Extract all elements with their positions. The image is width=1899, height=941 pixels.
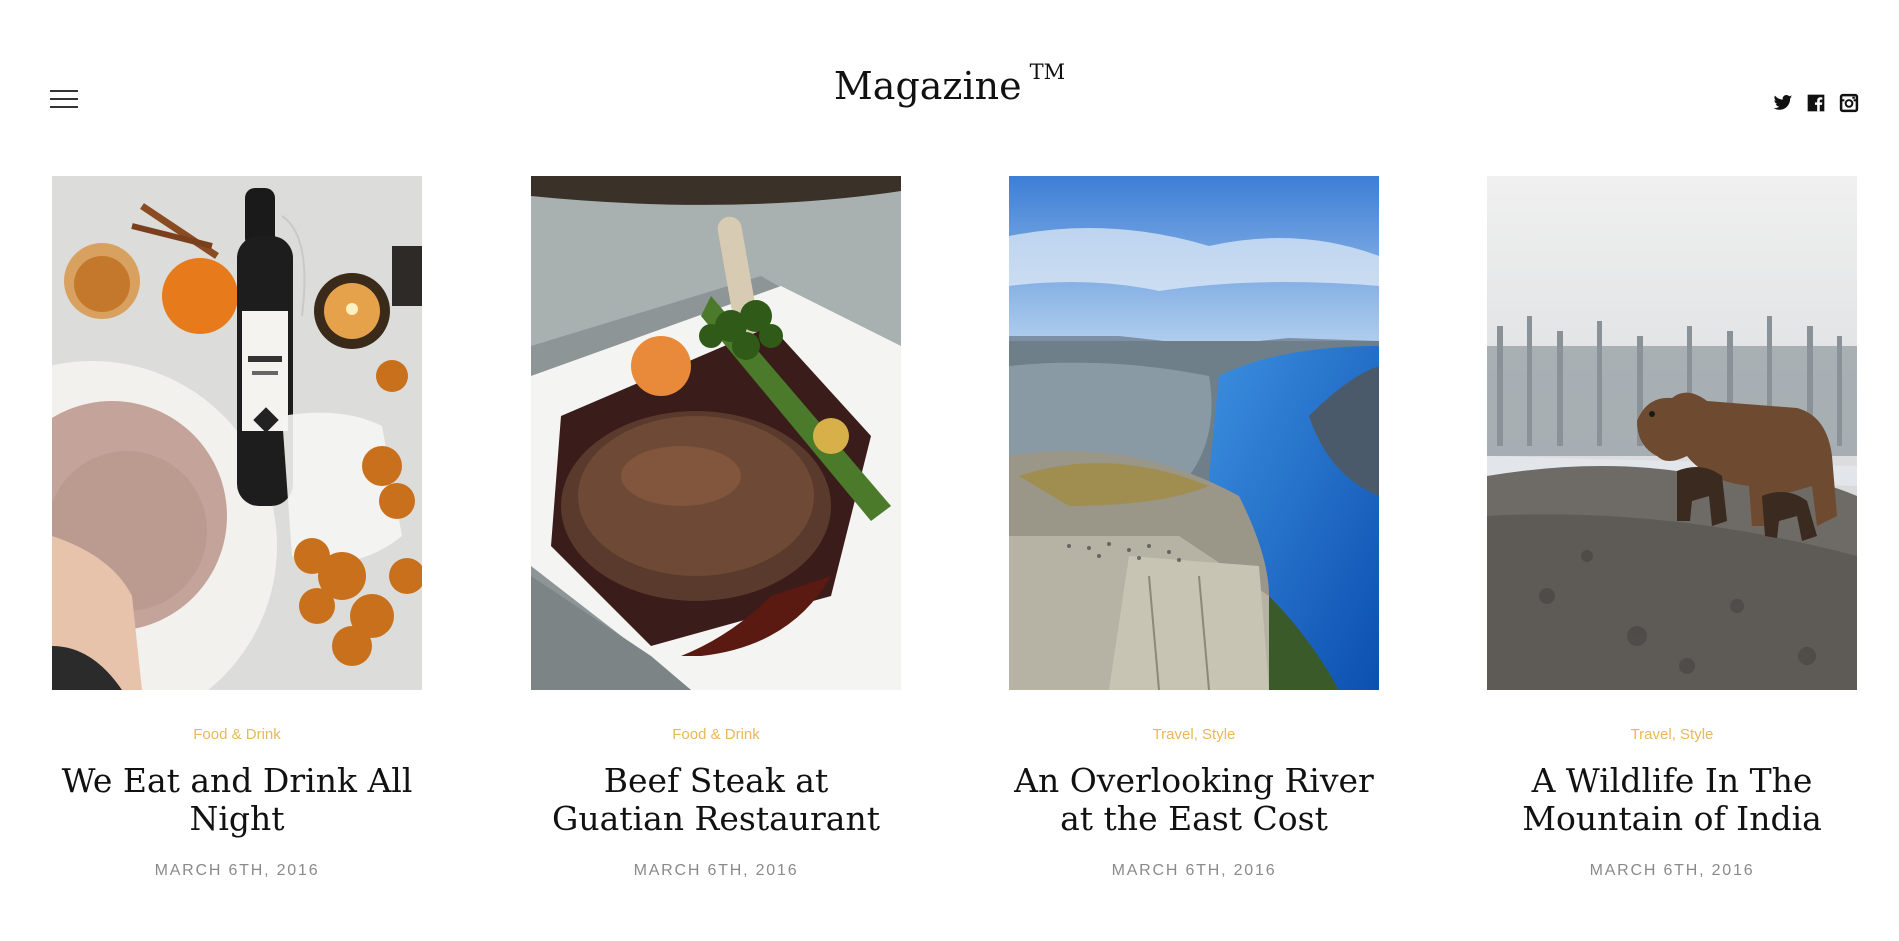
post-title[interactable]: We Eat and Drink All Night — [52, 762, 422, 838]
post-title[interactable]: An Overlooking River at the East Cost — [1009, 762, 1379, 838]
site-logo[interactable]: Magazine TM — [0, 60, 1899, 108]
twitter-icon[interactable] — [1773, 93, 1793, 113]
post-date: MARCH 6TH, 2016 — [1111, 862, 1277, 879]
instagram-icon[interactable] — [1839, 93, 1859, 113]
post-image-bear[interactable] — [1487, 176, 1857, 690]
post-card: Food & Drink We Eat and Drink All Night … — [52, 176, 422, 880]
logo-text: Magazine — [833, 64, 1022, 108]
post-date: MARCH 6TH, 2016 — [154, 862, 320, 879]
category-link[interactable]: Style — [1202, 726, 1235, 743]
post-title[interactable]: A Wildlife In The Mountain of India — [1487, 762, 1857, 838]
post-categories: Travel, Style — [1630, 726, 1714, 743]
category-link[interactable]: Travel — [1631, 726, 1672, 743]
post-image-fjord[interactable] — [1009, 176, 1379, 690]
post-card: Travel, Style An Overlooking River at th… — [1009, 176, 1379, 880]
facebook-icon[interactable] — [1806, 93, 1826, 113]
social-links — [1773, 93, 1859, 113]
post-date: MARCH 6TH, 2016 — [1589, 862, 1755, 879]
category-link[interactable]: Travel — [1153, 726, 1194, 743]
category-link[interactable]: Style — [1680, 726, 1713, 743]
post-image-wine-food[interactable] — [52, 176, 422, 690]
post-image-steak[interactable] — [531, 176, 901, 690]
post-title[interactable]: Beef Steak at Guatian Restaurant — [531, 762, 901, 838]
post-categories: Food & Drink — [52, 726, 422, 744]
post-categories: Food & Drink — [531, 726, 901, 744]
category-link[interactable]: Food & Drink — [193, 726, 281, 743]
post-date: MARCH 6TH, 2016 — [633, 862, 799, 879]
site-header: Magazine TM — [0, 0, 1899, 170]
post-card: Travel, Style A Wildlife In The Mountain… — [1487, 176, 1857, 880]
category-link[interactable]: Food & Drink — [672, 726, 760, 743]
logo-trademark: TM — [1029, 60, 1066, 84]
post-card: Food & Drink Beef Steak at Guatian Resta… — [531, 176, 901, 880]
post-categories: Travel, Style — [1152, 726, 1236, 743]
